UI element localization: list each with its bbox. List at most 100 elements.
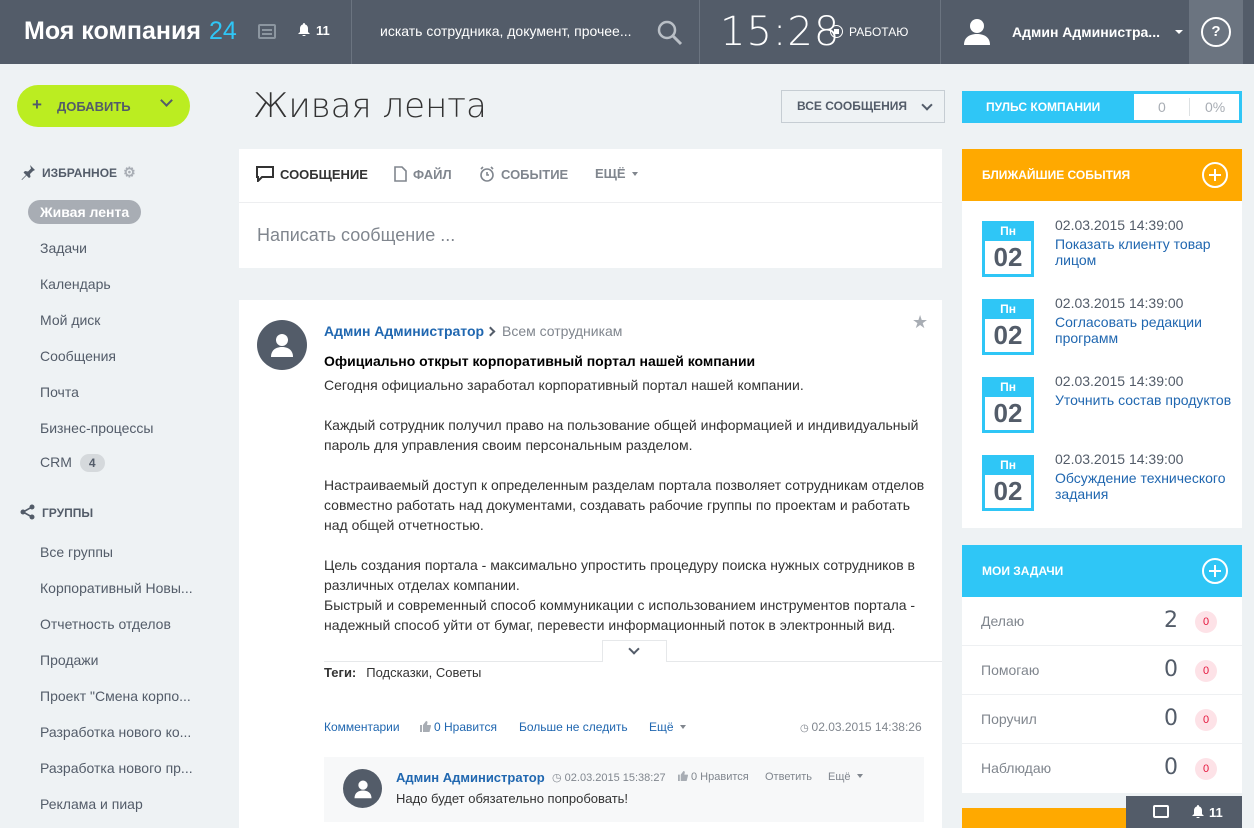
tab-more[interactable]: ЕЩЁ <box>595 166 638 181</box>
write-message-input[interactable]: Написать сообщение ... <box>257 225 455 246</box>
add-task-plus-icon[interactable] <box>1202 558 1228 584</box>
top-header: Моя компания 24 11 искать сотрудника, док… <box>0 0 1254 64</box>
post-author[interactable]: Админ Администратор <box>324 323 484 339</box>
task-count: 0 <box>1164 755 1178 780</box>
tab-label: СОБЫТИЕ <box>501 167 569 182</box>
help-button[interactable]: ? <box>1189 0 1243 64</box>
work-status-button[interactable]: РАБОТАЮ <box>830 25 908 39</box>
tab-message[interactable]: СООБЩЕНИЕ <box>256 166 368 184</box>
task-overdue-badge: 0 <box>1195 758 1217 780</box>
chat-icon[interactable] <box>1153 805 1169 818</box>
sidebar-item-crm[interactable]: CRM 4 <box>40 454 105 472</box>
chevron-right-icon <box>485 326 496 337</box>
events-panel: Пн 02 02.03.2015 14:39:00 Показать клиент… <box>962 201 1242 528</box>
user-icon[interactable] <box>963 17 991 45</box>
add-button-label: ДОБАВИТЬ <box>57 99 131 114</box>
expand-post-button[interactable] <box>602 640 667 662</box>
clock-icon <box>480 166 494 182</box>
user-name[interactable]: Админ Администра... <box>1012 24 1160 40</box>
task-label: Делаю <box>981 613 1025 629</box>
comments-link[interactable]: Комментарии <box>324 720 400 734</box>
clock-icon: ◷ <box>800 723 812 734</box>
stop-icon <box>830 25 843 38</box>
plus-icon: + <box>32 95 42 114</box>
sidebar-item-my-drive[interactable]: Мой диск <box>40 312 100 328</box>
event-datetime: 02.03.2015 14:39:00 <box>1055 217 1184 233</box>
task-overdue-badge: 0 <box>1195 660 1217 682</box>
task-row-watching[interactable]: Наблюдаю 0 0 <box>962 744 1242 793</box>
avatar[interactable] <box>343 769 382 808</box>
chat-icon[interactable] <box>258 24 276 39</box>
sidebar-item-live-feed[interactable]: Живая лента <box>28 200 142 224</box>
event-title-link[interactable]: Уточнить состав продуктов <box>1055 392 1235 408</box>
events-panel-header: БЛИЖАЙШИЕ СОБЫТИЯ <box>962 149 1242 201</box>
event-day-num: 02 <box>993 320 1023 350</box>
post-paragraph: Быстрый и современный способ коммуникаци… <box>324 597 916 633</box>
gear-icon[interactable]: ⚙ <box>123 164 136 180</box>
sidebar-group-item[interactable]: Корпоративный Новы... <box>40 580 193 596</box>
company-pulse[interactable]: ПУЛЬС КОМПАНИИ 0 0% <box>962 91 1242 123</box>
comment-more-menu[interactable]: Ещё <box>828 771 863 783</box>
event-title-link[interactable]: Показать клиенту товар лицом <box>1055 236 1235 268</box>
like-button[interactable]: 0 Нравится <box>420 720 497 734</box>
search-input[interactable]: искать сотрудника, документ, прочее... <box>380 23 632 39</box>
add-button[interactable]: + ДОБАВИТЬ <box>17 85 190 127</box>
sidebar-group-item[interactable]: Проект "Смена корпо... <box>40 688 191 704</box>
calendar-date-icon: Пн 02 <box>982 455 1034 511</box>
event-title-link[interactable]: Обсуждение технического задания <box>1055 470 1235 502</box>
event-datetime: 02.03.2015 14:39:00 <box>1055 373 1184 389</box>
post-paragraph: Каждый сотрудник получил право на пользо… <box>324 417 919 453</box>
star-icon[interactable]: ★ <box>912 312 928 333</box>
sidebar-item-calendar[interactable]: Календарь <box>40 276 111 292</box>
unfollow-link[interactable]: Больше не следить <box>519 720 628 734</box>
more-label: Ещё <box>649 720 674 734</box>
task-row-doing[interactable]: Делаю 2 0 <box>962 597 1242 646</box>
comment-like-button[interactable]: 0 Нравится <box>678 771 749 783</box>
bell-icon <box>1192 805 1204 819</box>
sidebar-group-item[interactable]: Отчетность отделов <box>40 616 171 632</box>
event-day-num: 02 <box>993 398 1023 428</box>
company-logo[interactable]: Моя компания 24 <box>24 17 237 46</box>
post-title: Официально открыт корпоративный портал н… <box>324 353 756 369</box>
task-row-helping[interactable]: Помогаю 0 0 <box>962 646 1242 695</box>
comment-author[interactable]: Админ Администратор <box>396 770 545 785</box>
datetime-label: 02.03.2015 14:38:26 <box>811 720 922 734</box>
tab-label: СООБЩЕНИЕ <box>280 167 368 182</box>
post-more-menu[interactable]: Ещё <box>649 720 686 734</box>
search-icon[interactable] <box>657 20 683 46</box>
task-overdue-badge: 0 <box>1195 611 1217 633</box>
sidebar-item-mail[interactable]: Почта <box>40 384 79 400</box>
page-title: Живая лента <box>253 86 487 126</box>
sidebar-group-item[interactable]: Все группы <box>40 544 113 560</box>
sidebar-item-tasks[interactable]: Задачи <box>40 240 87 256</box>
sidebar-item-messages[interactable]: Сообщения <box>40 348 116 364</box>
filter-dropdown[interactable]: ВСЕ СООБЩЕНИЯ <box>781 90 945 123</box>
more-label: Ещё <box>828 771 851 783</box>
sidebar-group-item[interactable]: Разработка нового пр... <box>40 760 193 776</box>
bottom-notifications[interactable]: 11 <box>1192 805 1223 820</box>
like-label: 0 Нравится <box>691 771 749 783</box>
chevron-down-icon[interactable] <box>1175 30 1183 34</box>
feed-post: Админ Администратор Всем сотрудникам ★ О… <box>239 300 942 828</box>
sidebar-group-item[interactable]: Продажи <box>40 652 98 668</box>
avatar[interactable] <box>257 320 307 370</box>
notifications-count: 11 <box>1209 805 1223 820</box>
tags-list[interactable]: Подсказки, Советы <box>366 665 481 680</box>
task-label: Помогаю <box>981 662 1040 678</box>
notifications-button[interactable]: 11 <box>298 23 330 38</box>
task-row-assigned[interactable]: Поручил 0 0 <box>962 695 1242 744</box>
sidebar-group-item[interactable]: Реклама и пиар <box>40 796 143 812</box>
like-icon <box>678 771 688 781</box>
bottom-messenger-bar[interactable]: 11 <box>1126 796 1242 828</box>
event-day: Пн <box>985 380 1031 397</box>
sidebar-group-item[interactable]: Разработка нового ко... <box>40 724 191 740</box>
divider <box>1189 98 1190 116</box>
comment-reply-link[interactable]: Ответить <box>765 771 812 783</box>
tab-file[interactable]: ФАЙЛ <box>394 166 452 182</box>
tab-event[interactable]: СОБЫТИЕ <box>479 166 568 182</box>
calendar-date-icon: Пн 02 <box>982 221 1034 277</box>
sidebar-item-business-processes[interactable]: Бизнес-процессы <box>40 420 153 436</box>
event-datetime: 02.03.2015 14:39:00 <box>1055 295 1184 311</box>
event-title-link[interactable]: Согласовать редакции программ <box>1055 314 1235 346</box>
add-event-plus-icon[interactable] <box>1202 162 1228 188</box>
